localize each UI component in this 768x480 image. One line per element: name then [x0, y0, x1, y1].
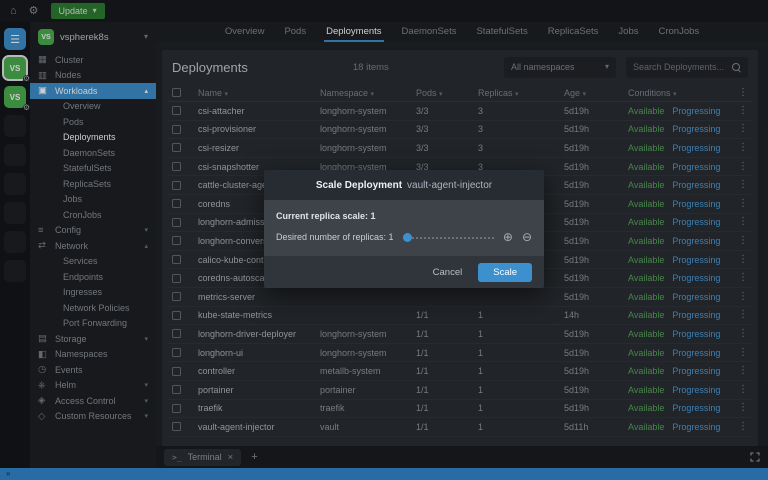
cancel-button[interactable]: Cancel [433, 267, 463, 278]
app-window: ⌂ ⚙ Update ▾ ☰ VS ⚙ VS ⚙ VS vspherek8s ▾ ▦ C… [0, 0, 768, 480]
desired-replicas-row: Desired number of replicas: 1 ⊕ ⊖ [276, 231, 532, 243]
desired-replicas-label: Desired number of replicas: 1 [276, 232, 394, 242]
dialog-body: Current replica scale: 1 Desired number … [264, 200, 544, 256]
decrease-replicas-button[interactable]: ⊖ [522, 231, 532, 243]
dialog-footer: Cancel Scale [264, 256, 544, 288]
scale-button[interactable]: Scale [478, 262, 532, 282]
increase-replicas-button[interactable]: ⊕ [503, 231, 513, 243]
dialog-subject: vault-agent-injector [407, 179, 493, 191]
slider-thumb[interactable] [402, 233, 412, 242]
dialog-title: Scale Deployment [315, 179, 403, 191]
current-replica-scale: Current replica scale: 1 [276, 211, 376, 221]
dialog-header: Scale Deployment vault-agent-injector [264, 170, 544, 200]
scale-deployment-dialog: Scale Deployment vault-agent-injector Cu… [264, 170, 544, 288]
replica-slider[interactable] [402, 233, 494, 242]
